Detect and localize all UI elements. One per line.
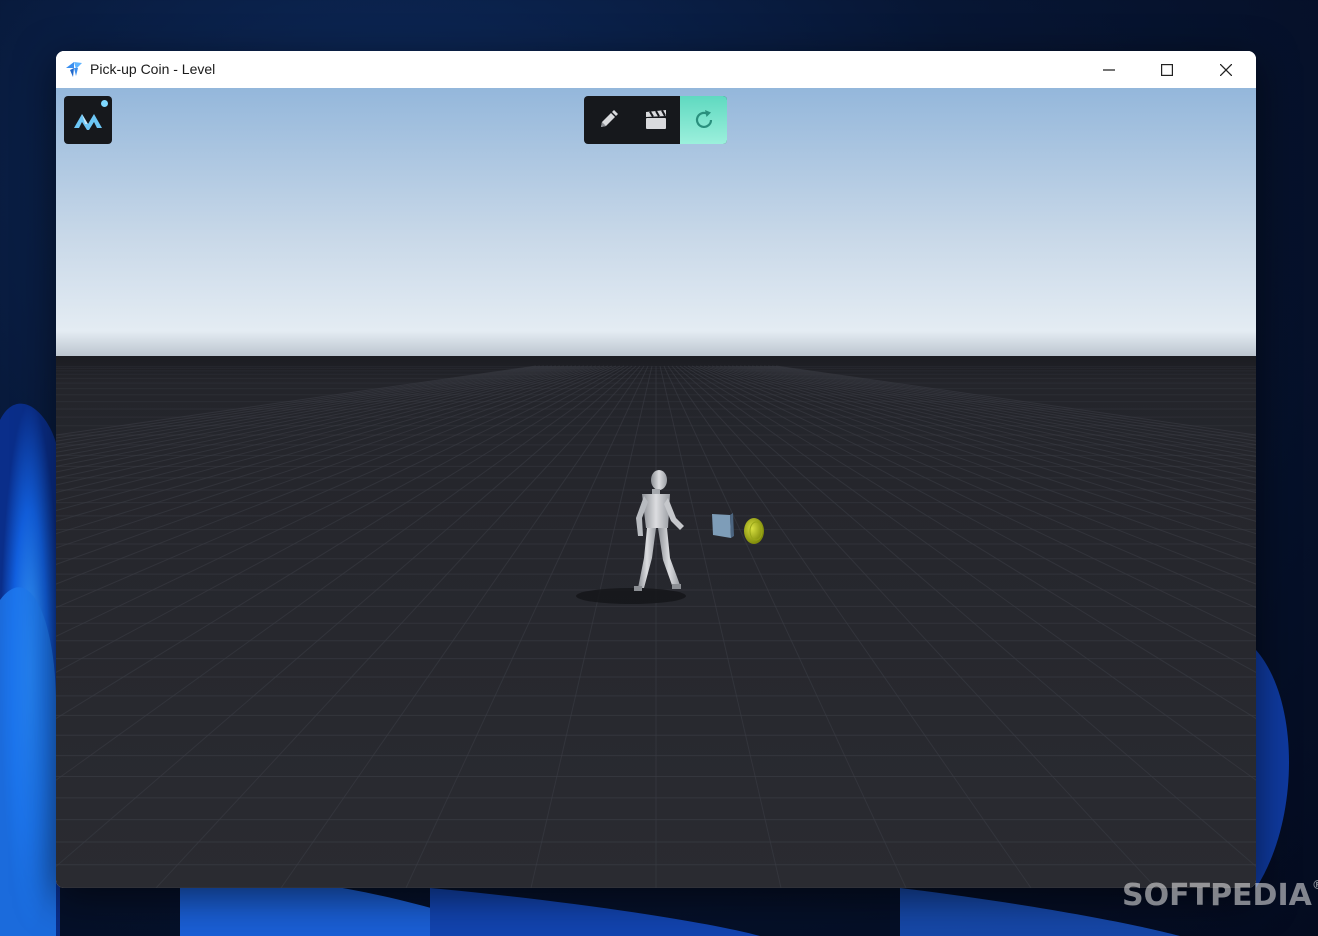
clapperboard-icon <box>646 109 666 129</box>
refresh-icon <box>695 110 712 129</box>
edit-mode-button[interactable] <box>584 96 632 144</box>
menu-logo-button[interactable] <box>64 96 112 144</box>
app-logo-icon <box>66 62 82 77</box>
window-title: Pick-up Coin - Level <box>90 61 216 77</box>
level-viewport[interactable] <box>56 88 1256 888</box>
softpedia-watermark: SOFTPEDIA® <box>1122 878 1318 913</box>
coin[interactable] <box>744 518 764 544</box>
app-window: Pick-up Coin - Level <box>56 51 1256 888</box>
character-shadow <box>576 588 686 604</box>
notification-dot <box>101 100 108 107</box>
pencil-icon <box>601 110 618 127</box>
maximize-button[interactable] <box>1138 51 1196 88</box>
cinematic-mode-button[interactable] <box>632 96 680 144</box>
3d-scene[interactable] <box>56 88 1256 888</box>
close-button[interactable] <box>1197 51 1255 88</box>
minimize-button[interactable] <box>1080 51 1138 88</box>
reset-button[interactable] <box>680 96 727 144</box>
minimize-icon <box>1103 68 1115 71</box>
crate[interactable] <box>712 513 734 538</box>
mode-toolbar <box>584 96 727 144</box>
maximize-icon <box>1161 63 1173 76</box>
title-bar: Pick-up Coin - Level <box>56 51 1256 88</box>
close-icon <box>1220 63 1232 76</box>
